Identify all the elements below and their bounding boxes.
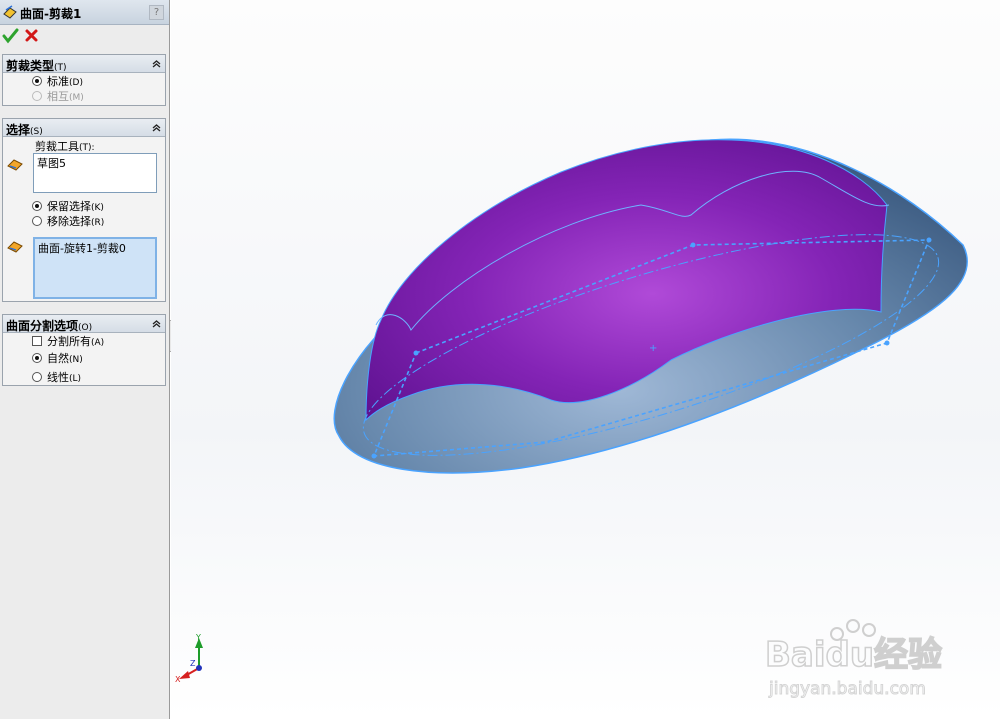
trim-tool-selection-icon [7,159,23,171]
trim-type-group: 剪裁类型(T) 标准(D) 相互(M) [2,54,166,106]
selections-header[interactable]: 选择(S) [3,119,165,137]
radio-icon[interactable] [32,216,42,226]
property-manager: 曲面-剪裁1 ? 剪裁类型(T) 标准(D) 相互(M) 选择(S) 剪裁工具(… [0,0,170,719]
surface-trim-icon [3,5,17,19]
watermark-logo: Baidu经验 [765,635,942,675]
trim-tool-field[interactable]: 草图5 [33,153,157,193]
radio-icon[interactable] [32,76,42,86]
cancel-button[interactable] [24,28,39,43]
checkbox-icon[interactable] [32,336,42,346]
triad-z-label: Z [190,659,196,668]
selections-title: 选择 [6,123,31,137]
radio-icon[interactable] [32,372,42,382]
collapse-icon[interactable] [151,318,162,329]
radio-icon[interactable] [32,201,42,211]
reference-triad: Y X Z [175,633,203,684]
feature-title-bar: 曲面-剪裁1 ? [0,0,169,25]
origin-marker: + [649,343,657,354]
selections-group: 选择(S) 剪裁工具(T): 草图5 保留选择(K) 移除选择(R) 曲面-旋转… [2,118,166,302]
surface-split-header[interactable]: 曲面分割选项(O) [3,315,165,333]
watermark-url: jingyan.baidu.com [768,679,926,699]
surface-trimmed-purple [365,139,888,422]
radio-icon[interactable] [32,353,42,363]
feature-title: 曲面-剪裁1 [20,7,82,21]
radio-icon [32,91,42,101]
triad-y-label: Y [195,633,201,642]
pieces-selection-icon [7,241,23,253]
trim-type-title: 剪裁类型 [6,59,55,73]
collapse-icon[interactable] [151,58,162,69]
pieces-to-keep-field[interactable]: 曲面-旋转1-剪裁0 [33,237,157,299]
triad-x-label: X [175,675,181,684]
collapse-icon[interactable] [151,122,162,133]
baidu-watermark: Baidu经验 jingyan.baidu.com [765,619,943,700]
trim-tool-label: 剪裁工具(T): [35,140,95,153]
surface-split-title: 曲面分割选项 [6,319,79,333]
ok-button[interactable] [2,27,19,44]
help-button[interactable]: ? [149,5,164,20]
trim-type-header[interactable]: 剪裁类型(T) [3,55,165,73]
surface-split-group: 曲面分割选项(O) 分割所有(A) 自然(N) 线性(L) [2,314,166,386]
